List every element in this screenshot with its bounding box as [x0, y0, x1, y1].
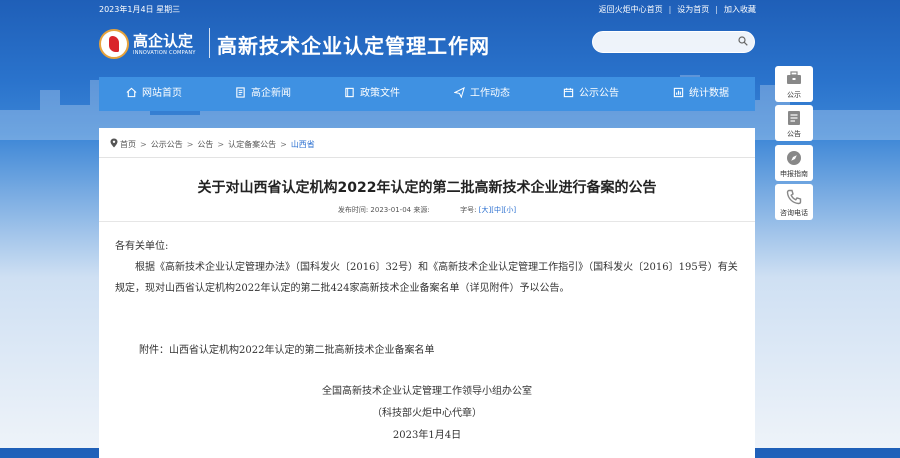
- breadcrumb-separator: >: [280, 140, 287, 149]
- side-button-notice[interactable]: 公告: [775, 105, 813, 141]
- send-icon: [453, 86, 465, 99]
- side-button-hotline[interactable]: 咨询电话: [775, 184, 813, 220]
- nav-news[interactable]: 高企新闻: [235, 77, 291, 111]
- separator: |: [668, 5, 672, 14]
- current-date: 2023年1月4日 星期三: [99, 5, 181, 14]
- separator: |: [715, 5, 718, 14]
- breadcrumb-shanxi[interactable]: 山西省: [291, 140, 315, 149]
- nav-home-label: 网站首页: [142, 88, 182, 99]
- site-logo[interactable]: 高企认定 INNOVATION COMPANY: [99, 26, 204, 62]
- search-box: [592, 31, 755, 53]
- news-icon: [236, 87, 245, 98]
- search-input[interactable]: [603, 35, 727, 51]
- salutation: 各有关单位:: [115, 241, 169, 252]
- article-paragraph: 根据《高新技术企业认定管理办法》（国科发火〔2016〕32号）和《高新技术企业认…: [115, 262, 738, 294]
- side-button-publicity[interactable]: 公示: [775, 66, 813, 102]
- nav-announcements[interactable]: 公示公告: [563, 77, 619, 111]
- signature: 全国高新技术企业认定管理工作领导小组办公室: [322, 386, 532, 397]
- main-nav: 网站首页 高企新闻 政策文件 工作动态 公示公告 统计数据: [99, 77, 755, 111]
- link-torch-home[interactable]: 返回火炬中心首页: [599, 5, 663, 14]
- breadcrumb-separator: >: [217, 140, 225, 149]
- sign-date: 2023年1月4日: [392, 430, 462, 441]
- side-button-publicity-label: 公示: [787, 91, 801, 99]
- phone-icon: [786, 189, 802, 205]
- font-size-label: 字号:: [460, 206, 477, 214]
- divider: [99, 221, 755, 222]
- breadcrumb-announcements[interactable]: 公示公告: [151, 140, 183, 149]
- site-title: 高新技术企业认定管理工作网: [217, 34, 490, 58]
- source-label: 来源:: [413, 206, 430, 214]
- breadcrumb-separator: >: [140, 140, 147, 149]
- nav-statistics[interactable]: 统计数据: [673, 77, 729, 111]
- attachment-line: 附件：山西省认定机构2022年认定的第二批高新技术企业备案名单: [139, 340, 739, 361]
- font-size-small[interactable]: [小]: [504, 206, 516, 214]
- font-size-large[interactable]: [大]: [479, 206, 491, 214]
- article-meta: 发布时间: 2023-01-04 来源: 字号: [大][中][小]: [99, 205, 755, 215]
- publish-date-label: 发布时间:: [337, 206, 369, 214]
- link-add-favorite[interactable]: 加入收藏: [724, 5, 756, 14]
- nav-statistics-label: 统计数据: [689, 88, 729, 99]
- side-button-hotline-label: 咨询电话: [780, 209, 808, 217]
- search-icon[interactable]: [738, 36, 748, 46]
- briefcase-icon: [787, 71, 801, 84]
- breadcrumb-home[interactable]: 首页: [120, 140, 136, 149]
- publish-date: 2023-01-04: [370, 206, 412, 214]
- nav-work-updates[interactable]: 工作动态: [453, 77, 510, 111]
- side-button-notice-label: 公告: [787, 130, 801, 138]
- nav-work-updates-label: 工作动态: [470, 88, 510, 99]
- logo-text: 高企认定: [133, 32, 194, 50]
- book-icon: [345, 87, 354, 98]
- logo-badge-icon: [99, 29, 129, 59]
- nav-news-label: 高企新闻: [251, 88, 291, 99]
- top-links: 返回火炬中心首页 | 设为首页 | 加入收藏: [599, 4, 756, 15]
- nav-policy[interactable]: 政策文件: [344, 77, 400, 111]
- side-button-guide-label: 申报指南: [780, 170, 808, 178]
- nav-home[interactable]: 网站首页: [126, 77, 182, 111]
- breadcrumb-filing-notice[interactable]: 认定备案公告: [228, 140, 276, 149]
- side-button-guide[interactable]: 申报指南: [775, 145, 813, 181]
- top-bar: 2023年1月4日 星期三 返回火炬中心首页 | 设为首页 | 加入收藏: [0, 0, 900, 18]
- breadcrumb: 首页 > 公示公告 > 公告 > 认定备案公告 > 山西省: [110, 138, 315, 150]
- location-pin-icon: [110, 138, 118, 148]
- compass-icon: [787, 151, 801, 165]
- signature-sub: （科技部火炬中心代章）: [372, 408, 482, 419]
- logo-subtext: INNOVATION COMPANY: [133, 50, 196, 56]
- breadcrumb-notice[interactable]: 公告: [197, 140, 213, 149]
- article-body: 各有关单位: 根据《高新技术企业认定管理办法》（国科发火〔2016〕32号）和《…: [115, 236, 741, 299]
- chart-icon: [673, 87, 684, 98]
- site-header: 高企认定 INNOVATION COMPANY 高新技术企业认定管理工作网: [99, 22, 755, 68]
- divider: [99, 157, 755, 158]
- header-divider: [209, 28, 210, 58]
- breadcrumb-separator: >: [186, 140, 194, 149]
- link-set-homepage[interactable]: 设为首页: [677, 5, 709, 14]
- content-panel: 首页 > 公示公告 > 公告 > 认定备案公告 > 山西省 关于对山西省认定机构2022年认定的…: [99, 128, 755, 458]
- nav-announcements-label: 公示公告: [579, 88, 619, 99]
- attachment-link[interactable]: 附件：山西省认定机构2022年认定的第二批高新技术企业备案名单: [139, 345, 434, 356]
- calendar-icon: [563, 87, 574, 98]
- home-icon: [126, 87, 137, 98]
- font-size-medium[interactable]: [中]: [491, 206, 503, 214]
- notice-icon: [788, 111, 800, 125]
- nav-policy-label: 政策文件: [360, 88, 400, 99]
- article-title: 关于对山西省认定机构2022年认定的第二批高新技术企业进行备案的公告: [197, 180, 657, 196]
